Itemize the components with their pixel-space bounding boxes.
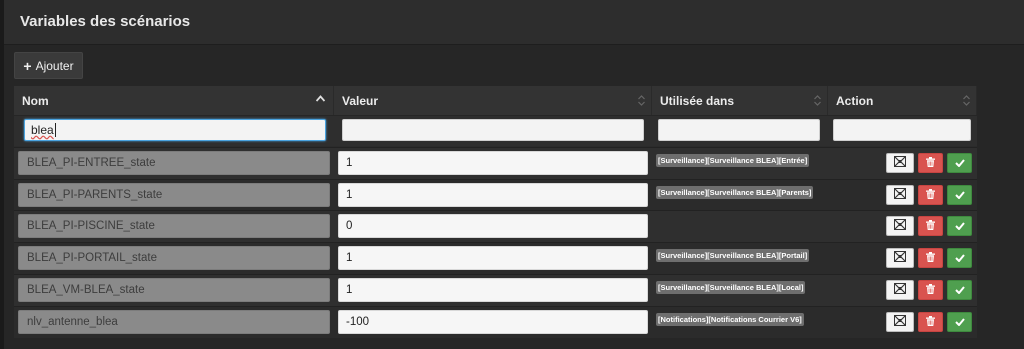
title-bar: Variables des scénarios [4,0,1024,45]
column-label: Valeur [342,93,379,108]
usage-tag: [Surveillance][Surveillance BLEA][Local] [656,280,806,294]
save-button[interactable] [947,184,972,205]
configure-icon [894,249,906,267]
table-header: Nom Valeur Utilisée dans Action [14,86,977,116]
configure-button[interactable] [886,153,914,173]
remove-button[interactable] [918,311,943,332]
trash-icon [926,217,935,235]
variable-name-field: nlv_antenne_blea [18,309,330,334]
variable-name-field: BLEA_VM-BLEA_state [18,277,330,302]
variable-value-input[interactable]: 1 [338,277,648,302]
table-row: BLEA_PI-PISCINE_state 0 [14,210,977,243]
remove-button[interactable] [918,216,943,237]
sort-icon [814,95,821,106]
variable-name-field: BLEA_PI-PARENTS_state [18,182,330,207]
variable-name-field: BLEA_PI-PISCINE_state [18,214,330,239]
configure-icon [894,186,906,204]
table-row: BLEA_VM-BLEA_state 1 [Surveillance][Surv… [14,273,977,306]
add-button-label: Ajouter [35,58,74,73]
configure-button[interactable] [886,216,914,237]
configure-icon [894,313,906,331]
trash-icon [926,186,935,204]
variable-value-input[interactable]: 1 [338,182,648,207]
column-header-valeur[interactable]: Valeur [334,86,652,115]
variable-value-input[interactable]: -100 [338,309,648,334]
usage-tag: [Surveillance][Surveillance BLEA][Parent… [656,185,814,199]
filter-nom-input[interactable]: blea [24,119,326,141]
column-header-action[interactable]: Action [828,86,977,115]
column-label: Utilisée dans [660,93,735,108]
filter-utilisee-input[interactable] [658,119,820,141]
remove-button[interactable] [918,153,943,173]
configure-icon [894,281,906,299]
plus-icon: + [23,57,32,74]
variable-name-field: BLEA_PI-PORTAIL_state [18,246,330,271]
save-button[interactable] [947,248,972,269]
column-label: Action [836,93,874,108]
save-button[interactable] [947,279,972,300]
variable-value-input[interactable]: 1 [338,246,648,271]
table-row: BLEA_PI-PARENTS_state 1 [Surveillance][S… [14,178,977,211]
column-header-nom[interactable]: Nom [14,86,334,115]
usage-tag: [Surveillance][Surveillance BLEA][Portai… [656,249,810,263]
table-row: BLEA_PI-ENTREE_state 1 [Surveillance][Su… [14,147,977,179]
save-button[interactable] [947,311,972,332]
remove-button[interactable] [918,184,943,205]
table-row: nlv_antenne_blea -100 [Notifications][No… [14,305,977,338]
remove-button[interactable] [918,279,943,300]
save-button[interactable] [947,216,972,237]
filter-action-input[interactable] [833,119,971,141]
column-header-utilisee[interactable]: Utilisée dans [652,86,828,115]
variable-value-input[interactable]: 0 [338,214,648,239]
save-button[interactable] [947,153,972,173]
configure-icon [894,154,906,172]
page-title: Variables des scénarios [20,13,191,30]
variables-table: Nom Valeur Utilisée dans Action blea BLE… [14,86,977,338]
remove-button[interactable] [918,248,943,269]
usage-tag: [Notifications][Notifications Courrier V… [656,312,804,326]
check-icon [954,186,965,204]
trash-icon [926,281,935,299]
add-variable-button[interactable]: + Ajouter [14,52,83,79]
trash-icon [926,154,935,172]
sort-icon [963,95,970,106]
filter-valeur-input[interactable] [342,119,644,141]
usage-tag: [Surveillance][Surveillance BLEA][Entrée… [656,154,810,167]
configure-icon [894,217,906,235]
configure-button[interactable] [886,248,914,269]
configure-button[interactable] [886,279,914,300]
sort-icon [638,95,645,106]
check-icon [954,154,965,172]
variable-name-field: BLEA_PI-ENTREE_state [18,151,330,175]
table-row: BLEA_PI-PORTAIL_state 1 [Surveillance][S… [14,242,977,275]
configure-button[interactable] [886,184,914,205]
variable-value-input[interactable]: 1 [338,151,648,175]
check-icon [954,249,965,267]
check-icon [954,313,965,331]
trash-icon [926,313,935,331]
check-icon [954,217,965,235]
filter-row: blea [14,116,977,146]
check-icon [954,281,965,299]
sort-ascending-icon [315,94,326,105]
configure-button[interactable] [886,311,914,332]
trash-icon [926,249,935,267]
column-label: Nom [22,93,49,108]
filter-nom-value: blea [31,123,54,137]
